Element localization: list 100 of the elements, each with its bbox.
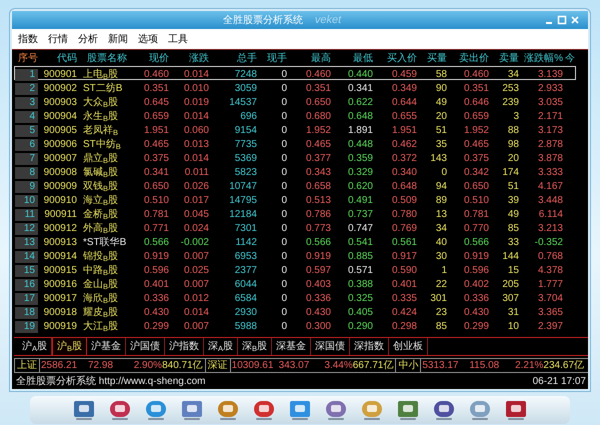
table-cell-text: 900905 [42,124,78,138]
table-cell-text: 0 [280,166,288,180]
table-row[interactable]: 1 900901 上电$_{B}$股 0.460 0.014 7248 0 0.460 0.440 0.459 58 0.460 34 3.139 [14,66,576,80]
app-icon[interactable] [143,398,169,422]
menu-item[interactable]: 新闻 [108,32,128,46]
column-header[interactable]: 今 [565,50,577,66]
table-cell-text: 0 [280,68,288,82]
table-cell-text: 2.878 [536,138,564,152]
table-row[interactable]: 10 900910 海立$_{B}$股 0.510 0.017 14795 0 0.513 0.491 0.509 89 0.510 39 3.448 [14,192,576,206]
table-row[interactable]: 5 900905 老凤祥$_{B}$ 1.951 0.060 9154 0 1.952 1.891 1.951 51 1.952 88 3.173 [14,122,576,136]
table-cell-text: 0.620 [346,180,374,194]
table-cell-text: 10 [506,320,520,334]
market-tab[interactable]: 深$_{B}$股 [238,338,272,355]
app-icon[interactable] [179,398,205,422]
app-icon[interactable] [323,398,349,422]
table-cell-text: 98 [506,138,520,152]
market-tab[interactable]: 深$_{A}$股 [204,338,238,355]
column-header[interactable]: 股票名称 [79,50,129,66]
table-cell-text: 900919 [42,320,78,334]
table-cell-text: 1 [440,264,448,278]
app-icon[interactable] [431,398,457,422]
app-icon[interactable] [467,398,493,422]
table-cell-text: 0.351 [304,82,332,96]
column-header[interactable]: 最高 [289,50,333,66]
app-icon[interactable] [287,398,313,422]
column-header[interactable]: 卖量 [491,50,521,66]
table-row[interactable]: 11 900911 金桥$_{B}$股 0.781 0.045 12184 0 0.786 0.737 0.780 13 0.781 49 6.114 [14,206,576,220]
table-row[interactable]: 16 900916 金山$_{B}$股 0.401 0.007 6044 0 0.403 0.388 0.401 22 0.402 205 1.777 [14,276,576,290]
menu-item[interactable]: 工具 [168,32,188,46]
table-row[interactable]: 14 900914 锦投$_{B}$股 0.919 0.007 6953 0 0.919 0.885 0.917 30 0.919 144 0.768 [14,248,576,262]
table-cell-text: 0.768 [536,250,564,264]
table-cell-text: 0.747 [346,222,374,236]
column-header[interactable]: 序号 [15,50,41,66]
table-cell-text: 0.919 [462,250,490,264]
table-cell-text: 6584 [234,292,258,306]
table-row[interactable]: 6 900906 ST中纺$_{B}$ 0.465 0.013 7735 0 0.465 0.448 0.462 35 0.465 98 2.878 [14,136,576,150]
market-tab[interactable]: 创业板 [389,338,428,355]
column-header[interactable]: 总手 [211,50,259,66]
app-icon[interactable] [359,398,385,422]
table-cell-text: 0.375 [462,152,490,166]
table-cell-text: 0.769 [390,222,418,236]
app-icon[interactable] [395,398,421,422]
market-tab[interactable]: 深国债 [311,338,350,355]
market-tab[interactable]: 沪$_{B}$股 [52,338,88,355]
index-percent: 2.21% [514,359,544,373]
column-header[interactable]: 现手 [259,50,289,66]
menu-item[interactable]: 分析 [78,32,98,46]
column-header[interactable]: 现价 [129,50,171,66]
table-row[interactable]: 3 900903 大众$_{B}$股 0.645 0.019 14537 0 0.650 0.622 0.644 49 0.646 239 3.035 [14,94,576,108]
table-row[interactable]: 18 900918 耀皮$_{B}$股 0.430 0.014 2930 0 0.430 0.405 0.424 23 0.430 31 3.365 [14,304,576,318]
app-icon[interactable] [71,398,97,422]
table-cell-text: 3.878 [536,152,564,166]
table-row[interactable]: 12 900912 外高$_{B}$股 0.771 0.024 7301 0 0.773 0.747 0.769 34 0.770 85 3.213 [14,220,576,234]
table-cell-text: 0.513 [304,194,332,208]
table-row[interactable]: 8 900908 氯碱$_{B}$股 0.341 0.011 5823 0 0.343 0.329 0.340 0 0.342 174 3.333 [14,164,576,178]
column-header[interactable]: 买入价 [375,50,419,66]
maximize-icon[interactable] [557,15,567,25]
table-cell-text: 0.596 [462,264,490,278]
menu-item[interactable]: 指数 [18,32,38,46]
menu-item[interactable]: 行情 [48,32,68,46]
table-cell-text: 51 [434,124,448,138]
table-row[interactable]: 15 900915 中路$_{B}$股 0.596 0.025 2377 0 0.597 0.571 0.590 1 0.596 15 4.378 [14,262,576,276]
table-cell-text: 0.566 [304,236,332,250]
table-row[interactable]: 17 900917 海欣$_{B}$股 0.336 0.012 6584 0 0.336 0.325 0.335 301 0.336 307 3.704 [14,290,576,304]
column-header[interactable]: 卖出价 [449,50,491,66]
column-header[interactable]: 最低 [333,50,375,66]
table-cell-text: *ST联华B [82,236,128,250]
close-icon[interactable] [570,15,580,25]
table-row[interactable]: 4 900904 永生$_{B}$股 0.659 0.014 696 0 0.680 0.648 0.655 20 0.659 3 2.171 [14,108,576,122]
table-row[interactable]: 7 900907 鼎立$_{B}$股 0.375 0.014 5369 0 0.377 0.359 0.372 143 0.375 20 3.878 [14,150,576,164]
column-header[interactable]: 涨跌 [171,50,211,66]
app-icon[interactable] [107,398,133,422]
table-cell-text: 0.007 [182,320,210,334]
table-cell-text: 5823 [234,166,258,180]
table-cell-text: 0.440 [346,68,374,82]
table-cell-text: 0.012 [182,292,210,306]
table-row[interactable]: 13 900913 *ST联华B 0.566 -0.002 1142 0 0.566 0.541 0.561 40 0.566 33 -0.352 [14,234,576,248]
market-tab[interactable]: 沪国债 [126,338,166,355]
table-row[interactable]: 19 900919 大江$_{B}$股 0.299 0.007 5988 0 0.300 0.290 0.298 85 0.299 10 2.397 [14,318,576,332]
table-cell-text: 0 [440,166,448,180]
table-row[interactable]: 9 900909 双钱$_{B}$股 0.650 0.026 10747 0 0.658 0.620 0.648 94 0.650 51 4.167 [14,178,576,192]
market-tab[interactable]: 深指数 [350,338,390,355]
column-header[interactable]: 涨跌幅% [521,50,565,66]
menu-item[interactable]: 选项 [138,32,158,46]
table-cell-text: 1.952 [462,124,490,138]
table-cell-text: 1.952 [304,124,332,138]
app-icon[interactable] [251,398,277,422]
table-row[interactable]: 2 900902 ST二纺B 0.351 0.010 3059 0 0.351 0.341 0.349 90 0.351 253 2.933 [14,80,576,94]
market-tab[interactable]: 沪指数 [165,338,204,355]
table-cell-text: 6953 [234,250,258,264]
market-tab[interactable]: 深基金 [272,338,312,355]
table-cell-text: 20 [434,110,448,124]
column-header[interactable]: 代码 [41,50,79,66]
market-tab[interactable]: 沪基金 [87,338,126,355]
table-cell-text: 0.917 [390,250,418,264]
app-icon[interactable] [503,398,529,422]
app-icon[interactable] [215,398,241,422]
column-header[interactable]: 买量 [419,50,449,66]
table-cell-text: 0.786 [304,208,332,222]
table-cell-text: 0 [280,110,288,124]
